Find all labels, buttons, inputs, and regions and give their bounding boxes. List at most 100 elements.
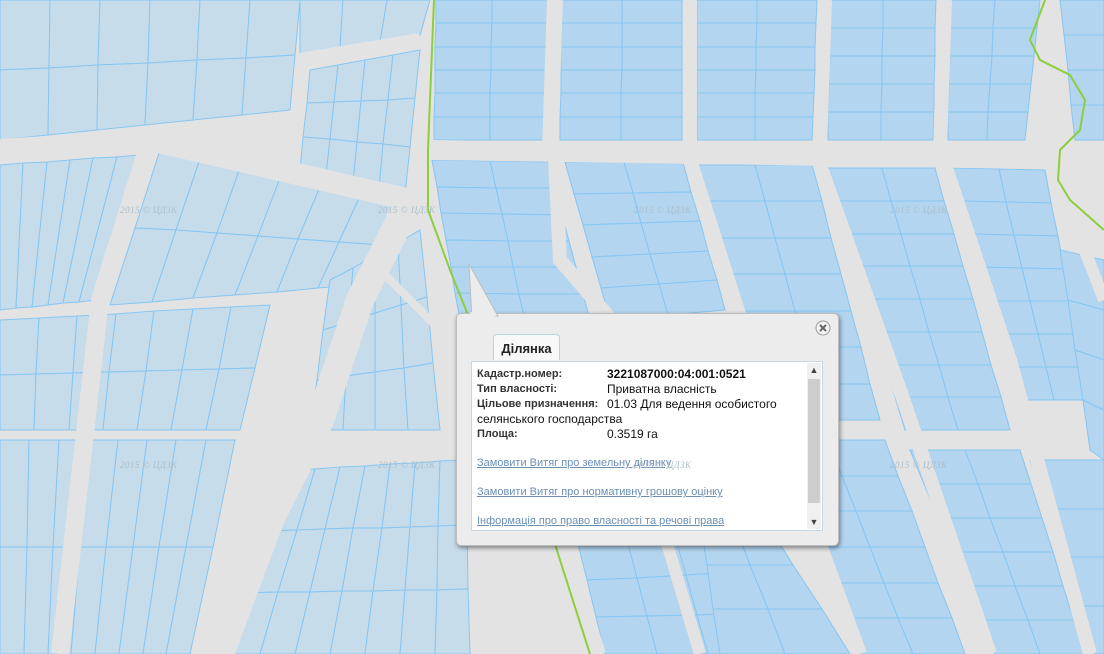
parcel[interactable]	[97, 0, 151, 66]
parcel[interactable]	[35, 315, 78, 375]
parcel[interactable]	[582, 222, 651, 258]
parcel[interactable]	[754, 164, 823, 202]
parcel[interactable]	[881, 167, 945, 202]
parcel[interactable]	[882, 0, 937, 29]
parcel[interactable]	[755, 46, 816, 71]
parcel[interactable]	[333, 59, 366, 103]
parcel[interactable]	[445, 239, 514, 268]
parcel[interactable]	[987, 83, 1032, 113]
parcel[interactable]	[440, 212, 509, 242]
parcel[interactable]	[755, 22, 817, 48]
parcel[interactable]	[827, 111, 882, 141]
parcel[interactable]	[560, 22, 623, 48]
parcel[interactable]	[828, 27, 884, 57]
parcel[interactable]	[696, 92, 756, 118]
parcel[interactable]	[620, 116, 683, 141]
parcel[interactable]	[620, 92, 683, 118]
parcel[interactable]	[489, 69, 548, 94]
parcel[interactable]	[998, 168, 1052, 204]
parcel[interactable]	[595, 615, 658, 654]
parcel[interactable]	[909, 265, 974, 300]
parcel[interactable]	[649, 250, 718, 285]
parcel[interactable]	[947, 111, 989, 141]
parcel[interactable]	[374, 367, 409, 431]
order-valuation-extract-link[interactable]: Замовити Витяг про нормативну грошову оц…	[477, 486, 723, 498]
parcel[interactable]	[434, 46, 492, 71]
parcel[interactable]	[192, 57, 247, 121]
parcel[interactable]	[0, 373, 37, 431]
parcel[interactable]	[434, 588, 471, 654]
parcel[interactable]	[696, 46, 757, 71]
scrollbar-thumb[interactable]	[808, 379, 820, 503]
parcel[interactable]	[764, 200, 832, 239]
parcel[interactable]	[33, 372, 74, 431]
parcel[interactable]	[948, 55, 993, 85]
close-icon[interactable]	[815, 320, 831, 336]
parcel[interactable]	[0, 439, 30, 548]
parcel[interactable]	[147, 0, 201, 64]
ownership-rights-info-link[interactable]: Інформація про право власності та речові…	[477, 515, 724, 527]
parcel[interactable]	[0, 546, 28, 654]
parcel[interactable]	[491, 0, 549, 24]
parcel[interactable]	[949, 0, 996, 29]
parcel[interactable]	[404, 525, 439, 591]
parcel[interactable]	[560, 46, 623, 71]
parcel[interactable]	[560, 69, 623, 94]
parcel[interactable]	[948, 27, 994, 57]
parcel[interactable]	[329, 100, 362, 143]
parcel[interactable]	[374, 304, 405, 373]
parcel[interactable]	[564, 161, 634, 195]
parcel[interactable]	[774, 237, 842, 275]
scroll-up-icon[interactable]: ▲	[808, 364, 820, 376]
parcel[interactable]	[399, 589, 438, 654]
parcel[interactable]	[827, 83, 883, 113]
parcel[interactable]	[434, 69, 492, 94]
parcel[interactable]	[1013, 234, 1065, 270]
tab-parcel[interactable]: Ділянка	[493, 334, 560, 360]
parcel[interactable]	[241, 54, 296, 116]
parcel[interactable]	[306, 64, 339, 104]
parcel[interactable]	[621, 46, 683, 71]
scrollbar[interactable]: ▲ ▼	[807, 363, 821, 529]
parcel[interactable]	[947, 396, 1011, 431]
scroll-down-icon[interactable]: ▼	[808, 516, 820, 528]
parcel[interactable]	[1005, 201, 1059, 237]
parcel[interactable]	[658, 279, 726, 316]
parcel[interactable]	[754, 69, 816, 94]
parcel[interactable]	[382, 97, 416, 148]
parcel[interactable]	[696, 22, 758, 48]
parcel[interactable]	[0, 0, 51, 71]
parcel[interactable]	[436, 186, 503, 215]
parcel[interactable]	[490, 22, 549, 48]
parcel[interactable]	[299, 0, 344, 56]
parcel[interactable]	[573, 192, 642, 226]
parcel[interactable]	[144, 59, 198, 126]
parcel[interactable]	[620, 69, 683, 94]
parcel[interactable]	[621, 0, 683, 24]
parcel[interactable]	[433, 92, 491, 118]
close-button[interactable]	[815, 320, 831, 336]
parcel[interactable]	[919, 298, 983, 333]
parcel[interactable]	[0, 67, 50, 141]
parcel[interactable]	[696, 0, 758, 24]
parcel[interactable]	[96, 62, 149, 131]
parcel[interactable]	[1063, 34, 1104, 71]
parcel[interactable]	[431, 159, 497, 189]
parcel[interactable]	[623, 161, 692, 194]
parcel[interactable]	[48, 0, 101, 69]
parcel[interactable]	[1059, 0, 1104, 36]
parcel[interactable]	[0, 317, 40, 376]
parcel[interactable]	[489, 116, 547, 141]
parcel[interactable]	[47, 64, 99, 136]
parcel[interactable]	[559, 92, 622, 118]
parcel[interactable]	[947, 83, 991, 113]
parcel[interactable]	[490, 46, 548, 71]
parcel[interactable]	[434, 22, 493, 48]
parcel[interactable]	[591, 253, 660, 289]
parcel[interactable]	[559, 116, 622, 141]
parcel[interactable]	[880, 83, 935, 113]
parcel[interactable]	[880, 111, 935, 141]
parcel[interactable]	[881, 27, 936, 57]
parcel[interactable]	[387, 49, 421, 101]
parcel[interactable]	[489, 92, 547, 118]
